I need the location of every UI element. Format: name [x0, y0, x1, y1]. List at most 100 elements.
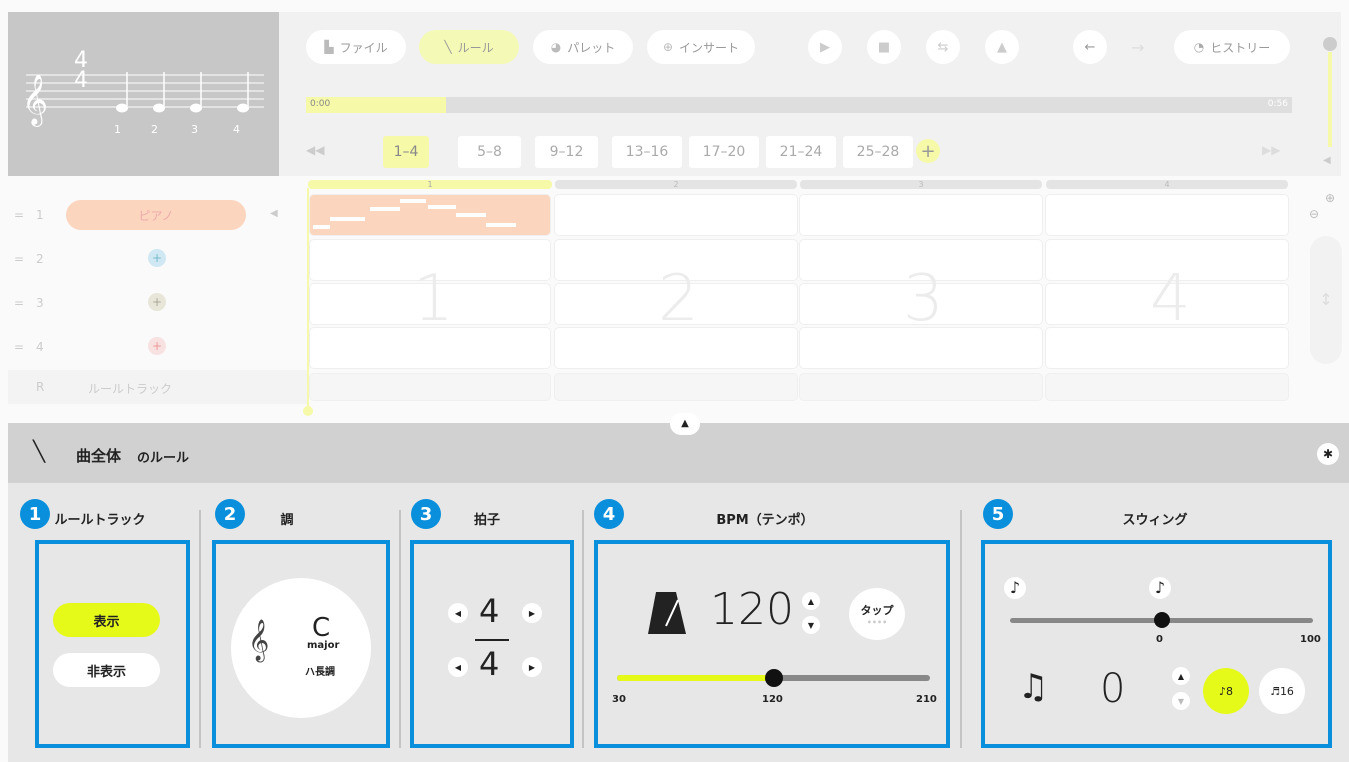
playhead-handle[interactable] [303, 406, 313, 416]
track-row-4: = 4 + [8, 326, 308, 370]
grid-cell[interactable] [1046, 195, 1288, 235]
measure-number: 2 [658, 262, 699, 336]
bpm-max: 210 [916, 694, 937, 705]
staff-preview: 𝄞 [22, 72, 264, 127]
eighth-swing-button[interactable]: ♪ 8 [1203, 668, 1249, 714]
segment-button[interactable]: 17–20 [689, 136, 759, 168]
collapse-button[interactable]: ▲ [670, 413, 700, 435]
increase-top-button[interactable]: ▶ [522, 603, 542, 623]
speaker-icon[interactable]: ◀ [270, 208, 278, 219]
swing-rhythm-icon: ♫ [1018, 667, 1049, 707]
bpm-down-button[interactable]: ▼ [802, 616, 820, 634]
caret-down-icon: ▼ [1177, 696, 1185, 706]
drag-handle-icon[interactable]: = [14, 296, 24, 310]
undo-button[interactable]: ← [1073, 30, 1107, 64]
loop-icon: ⇆ [937, 39, 949, 55]
measure-header[interactable]: 1 [308, 180, 552, 189]
rule-cell[interactable] [800, 374, 1042, 400]
hide-button[interactable]: 非表示 [53, 653, 160, 687]
segment-button[interactable]: 5–8 [458, 136, 521, 168]
metronome-button[interactable]: ▲ [985, 30, 1019, 64]
grid-cell-piano[interactable] [310, 195, 550, 235]
tap-button[interactable]: タップ •••• [849, 588, 905, 640]
swing-down-button[interactable]: ▼ [1172, 692, 1190, 710]
caret-left-icon: ◀ [454, 662, 462, 672]
rule-track-row: R ルールトラック [8, 370, 308, 404]
track-number: 2 [36, 252, 44, 266]
segment-button[interactable]: 1–4 [383, 136, 429, 168]
track-row-2: = 2 + [8, 238, 308, 282]
zoom-out-icon[interactable]: ⊖ [1309, 207, 1319, 221]
insert-icon: ⊕ [662, 40, 674, 54]
stop-button[interactable]: ■ [867, 30, 901, 64]
swing-slider[interactable] [1010, 612, 1313, 628]
playhead[interactable] [307, 188, 309, 410]
piano-roll-notes [313, 199, 516, 229]
add-track-icon[interactable]: + [148, 293, 166, 311]
volume-knob[interactable] [1323, 37, 1337, 51]
show-button[interactable]: 表示 [53, 603, 160, 637]
metronome-icon[interactable] [648, 592, 686, 634]
bpm-up-button[interactable]: ▲ [802, 592, 820, 610]
vertical-scroll[interactable]: ↕ [1310, 236, 1342, 364]
key-note: C [312, 613, 331, 643]
gear-icon[interactable]: ✱ [1317, 443, 1339, 465]
key-mode: major [307, 640, 340, 651]
swing-up-button[interactable]: ▲ [1172, 667, 1190, 685]
increase-bottom-button[interactable]: ▶ [522, 657, 542, 677]
instrument-button[interactable]: ピアノ [66, 200, 246, 230]
drag-handle-icon[interactable]: = [14, 340, 24, 354]
clock-icon: ◔ [1193, 40, 1205, 54]
bpm-slider[interactable] [617, 669, 930, 687]
segment-button[interactable]: 13–16 [612, 136, 682, 168]
volume-slider[interactable] [1328, 52, 1332, 147]
sixteenth-swing-button[interactable]: ♬ 16 [1259, 668, 1305, 714]
decrease-bottom-button[interactable]: ◀ [448, 657, 468, 677]
grid-cell[interactable] [800, 195, 1042, 235]
rule-cell[interactable] [555, 374, 797, 400]
rule-cell[interactable] [310, 374, 550, 400]
insert-button[interactable]: ⊕ インサート [647, 30, 755, 64]
rule-cell[interactable] [1046, 374, 1288, 400]
segment-button[interactable]: 21–24 [766, 136, 836, 168]
drag-handle-icon[interactable]: = [14, 252, 24, 266]
eighth-note-icon: ♪ [1218, 684, 1227, 698]
file-button[interactable]: ▙ ファイル [306, 30, 406, 64]
rule-icon: ╲ [33, 439, 46, 463]
bpm-slider-knob[interactable] [764, 669, 783, 687]
segment-button[interactable]: 25–28 [843, 136, 913, 168]
segment-button[interactable]: 9–12 [535, 136, 598, 168]
add-track-icon[interactable]: + [148, 337, 166, 355]
segment-prev-icon[interactable]: ◀◀ [306, 143, 324, 157]
add-track-icon[interactable]: + [148, 249, 166, 267]
segment-next-icon[interactable]: ▶▶ [1262, 143, 1280, 157]
swing-zero: 0 [1156, 634, 1163, 645]
decrease-top-button[interactable]: ◀ [448, 603, 468, 623]
rule-label: ルール [457, 40, 494, 55]
swing-slider-knob[interactable] [1153, 612, 1170, 628]
palette-label: パレット [567, 40, 616, 55]
zoom-in-icon[interactable]: ⊕ [1325, 191, 1335, 205]
meter-line [475, 639, 509, 641]
sixteenth-label: 16 [1279, 684, 1294, 698]
rule-button[interactable]: ╲ ルール [419, 30, 519, 64]
drag-handle-icon[interactable]: = [14, 208, 24, 222]
palette-button[interactable]: ◕ パレット [533, 30, 633, 64]
redo-button[interactable]: → [1131, 38, 1144, 57]
bpm-min: 30 [612, 694, 626, 705]
grid-cell[interactable] [555, 195, 797, 235]
loop-button[interactable]: ⇆ [926, 30, 960, 64]
history-button[interactable]: ◔ ヒストリー [1174, 30, 1290, 64]
track-row-3: = 3 + [8, 282, 308, 326]
measure-header[interactable]: 4 [1046, 180, 1288, 189]
add-segment-icon[interactable]: + [916, 139, 940, 163]
measure-header[interactable]: 2 [555, 180, 797, 189]
timeline-bar[interactable]: 0:00 0:56 [306, 97, 1292, 113]
measure-header[interactable]: 3 [800, 180, 1042, 189]
beat-label: 3 [191, 123, 198, 136]
play-button[interactable]: ▶ [808, 30, 842, 64]
score-preview: 𝄞 4 4 1 2 3 4 [8, 12, 279, 176]
arrow-left-icon: ← [1084, 39, 1096, 55]
track-number: 3 [36, 296, 44, 310]
bpm-panel [594, 540, 950, 748]
